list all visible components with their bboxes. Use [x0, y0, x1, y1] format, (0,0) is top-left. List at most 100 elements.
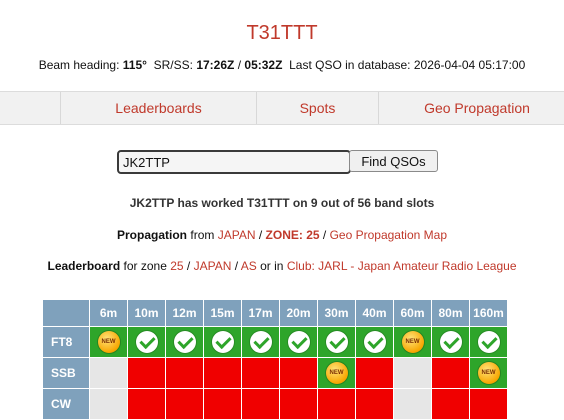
band-header-6m: 6m — [90, 300, 127, 326]
band-slot-cell-cw-60m — [394, 389, 431, 419]
band-slot-cell-ssb-160m[interactable]: NEW — [470, 358, 507, 388]
new-badge-icon: NEW — [477, 362, 500, 384]
band-slot-cell-ssb-15m[interactable] — [204, 358, 241, 388]
band-slot-cell-ssb-80m[interactable] — [432, 358, 469, 388]
new-badge-icon: NEW — [401, 331, 424, 353]
checkmark-icon — [325, 331, 348, 353]
propagation-label: Propagation — [117, 228, 188, 242]
grid-corner — [43, 300, 89, 326]
checkmark-icon — [363, 331, 386, 353]
band-header-15m: 15m — [204, 300, 241, 326]
band-slot-cell-ft8-40m[interactable] — [356, 327, 393, 357]
mode-label: SSB — [43, 358, 89, 388]
band-header-80m: 80m — [432, 300, 469, 326]
band-slot-cell-cw-160m[interactable] — [470, 389, 507, 419]
band-header-160m: 160m — [470, 300, 507, 326]
band-slot-grid: 6m 10m 12m 15m 17m 20m 30m 40m 60m 80m 160m FT8 NEW… — [42, 299, 508, 420]
band-slot-cell-ssb-30m[interactable]: NEW — [318, 358, 355, 388]
separator: / — [186, 259, 191, 273]
propagation-from: from — [190, 228, 215, 242]
leaderboard-or-in: or in — [260, 259, 284, 273]
checkmark-icon — [211, 331, 234, 353]
nav-item-geo-propagation[interactable]: Geo Propagation — [379, 92, 564, 124]
checkmark-icon — [287, 331, 310, 353]
leaderboard-label: Leaderboard — [47, 259, 121, 273]
band-slot-cell-ssb-12m[interactable] — [166, 358, 203, 388]
band-slot-cell-cw-12m[interactable] — [166, 389, 203, 419]
leaderboard-continent-link[interactable]: AS — [241, 259, 257, 273]
band-slot-cell-ft8-60m[interactable]: NEW — [394, 327, 431, 357]
mode-row-ssb: SSB NEW NEW — [43, 358, 507, 388]
band-slot-cell-ssb-60m — [394, 358, 431, 388]
leaderboard-country-link[interactable]: JAPAN — [194, 259, 232, 273]
srss-separator: / — [237, 58, 242, 72]
mode-label: CW — [43, 389, 89, 419]
sunset-value: 05:32Z — [244, 58, 283, 72]
band-slot-cell-cw-10m[interactable] — [128, 389, 165, 419]
nav-item-partial[interactable]: s — [0, 92, 8, 124]
leaderboard-for-zone: for zone — [123, 259, 167, 273]
band-slot-cell-ft8-30m[interactable] — [318, 327, 355, 357]
mode-label: FT8 — [43, 327, 89, 357]
leaderboard-zone-link[interactable]: 25 — [170, 259, 183, 273]
band-slot-cell-ft8-80m[interactable] — [432, 327, 469, 357]
new-badge-icon: NEW — [325, 362, 348, 384]
band-slot-cell-ft8-10m[interactable] — [128, 327, 165, 357]
band-slot-cell-cw-20m[interactable] — [280, 389, 317, 419]
band-slot-cell-cw-17m[interactable] — [242, 389, 279, 419]
separator: / — [258, 228, 263, 242]
propagation-zone-link[interactable]: ZONE: 25 — [266, 228, 320, 242]
nav-item-leaderboards[interactable]: Leaderboards — [61, 92, 256, 124]
checkmark-icon — [439, 331, 462, 353]
band-slot-cell-cw-80m[interactable] — [432, 389, 469, 419]
band-slot-cell-ft8-20m[interactable] — [280, 327, 317, 357]
checkmark-icon — [173, 331, 196, 353]
band-header-17m: 17m — [242, 300, 279, 326]
band-header-row: 6m 10m 12m 15m 17m 20m 30m 40m 60m 80m 160m — [43, 300, 507, 326]
srss-label: SR/SS: — [153, 58, 193, 72]
band-slot-cell-ft8-12m[interactable] — [166, 327, 203, 357]
checkmark-icon — [477, 331, 500, 353]
beam-heading-value: 115° — [122, 58, 147, 72]
worked-summary: JK2TTP has worked T31TTT on 9 out of 56 … — [129, 196, 435, 210]
separator: / — [322, 228, 327, 242]
band-slot-cell-cw-15m[interactable] — [204, 389, 241, 419]
band-header-10m: 10m — [128, 300, 165, 326]
propagation-country-link[interactable]: JAPAN — [218, 228, 256, 242]
geo-propagation-map-link[interactable]: Geo Propagation Map — [330, 228, 447, 242]
band-slot-cell-ft8-6m[interactable]: NEW — [90, 327, 127, 357]
nav-bar: s Leaderboards Spots Geo Propagation — [0, 91, 564, 125]
last-qso-value: 2026-04-04 05:17:00 — [413, 58, 526, 72]
beam-heading-label: Beam heading: — [38, 58, 120, 72]
band-slot-cell-ssb-20m[interactable] — [280, 358, 317, 388]
separator: / — [234, 259, 239, 273]
band-header-12m: 12m — [166, 300, 203, 326]
nav-item-spots[interactable]: Spots — [257, 92, 378, 124]
station-info-line: Beam heading: 115° SR/SS: 17:26Z / 05:32… — [0, 58, 564, 72]
mode-row-ft8: FT8 NEW NEW — [43, 327, 507, 357]
band-header-30m: 30m — [318, 300, 355, 326]
band-slot-cell-ft8-160m[interactable] — [470, 327, 507, 357]
band-slot-cell-ssb-17m[interactable] — [242, 358, 279, 388]
band-slot-cell-cw-30m[interactable] — [318, 389, 355, 419]
leaderboard-club-link[interactable]: Club: JARL - Japan Amateur Radio League — [287, 259, 517, 273]
band-slot-cell-ssb-6m — [90, 358, 127, 388]
new-badge-icon: NEW — [97, 331, 120, 353]
band-header-60m: 60m — [394, 300, 431, 326]
leaderboard-line: Leaderboard for zone 25 / JAPAN / AS or … — [0, 259, 564, 273]
band-slot-cell-ft8-15m[interactable] — [204, 327, 241, 357]
sunrise-value: 17:26Z — [196, 58, 235, 72]
callsign-search-input[interactable] — [117, 150, 351, 174]
mode-row-cw: CW — [43, 389, 507, 419]
band-slot-cell-cw-6m — [90, 389, 127, 419]
page-title: T31TTT — [246, 22, 318, 44]
band-slot-cell-ssb-10m[interactable] — [128, 358, 165, 388]
band-slot-cell-ft8-17m[interactable] — [242, 327, 279, 357]
band-slot-cell-ssb-40m[interactable] — [356, 358, 393, 388]
band-header-40m: 40m — [356, 300, 393, 326]
checkmark-icon — [249, 331, 272, 353]
band-header-20m: 20m — [280, 300, 317, 326]
propagation-line: Propagation from JAPAN / ZONE: 25 / Geo … — [0, 228, 564, 242]
find-qsos-button[interactable]: Find QSOs — [349, 150, 438, 172]
band-slot-cell-cw-40m[interactable] — [356, 389, 393, 419]
